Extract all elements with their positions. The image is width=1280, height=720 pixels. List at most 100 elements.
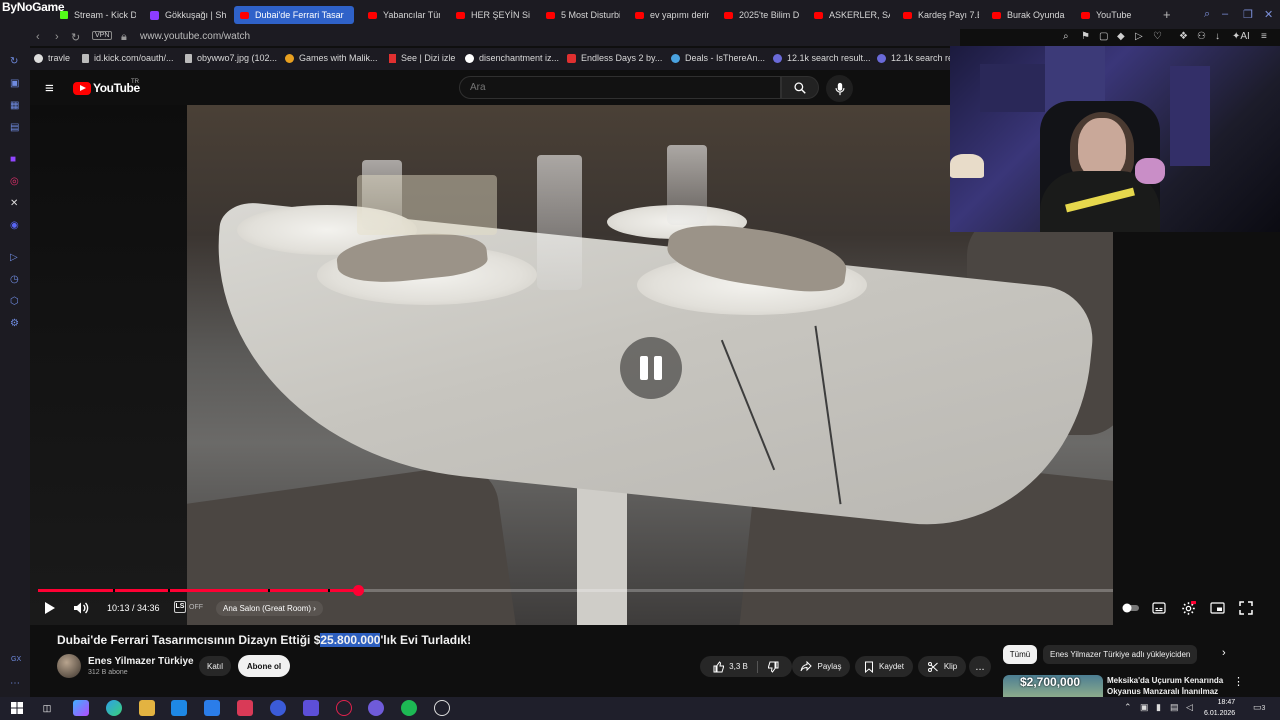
new-tab-plus-icon[interactable]: + [1163, 7, 1171, 22]
bookmark-item[interactable]: Games with Malik... [285, 53, 378, 63]
search-button[interactable] [781, 76, 819, 99]
sidebar-cube-icon[interactable]: ⬡ [10, 296, 19, 307]
chapter-button[interactable]: Ana Salon (Great Room) › [216, 601, 323, 616]
minimize-icon[interactable]: – [1222, 8, 1228, 20]
discord-taskbar-icon[interactable] [368, 700, 384, 716]
tray-app-icon[interactable]: ▣ [1140, 702, 1149, 713]
sidebar-bag-icon[interactable]: ▣ [10, 78, 19, 89]
sidebar-more-icon[interactable]: ⋯ [10, 678, 20, 689]
play-button[interactable] [43, 601, 56, 620]
shield-icon[interactable]: ◆ [1117, 31, 1125, 42]
menu-icon[interactable]: ≡ [1261, 31, 1267, 42]
tab-burak-oyunda[interactable]: Burak Oyunda [992, 6, 1068, 24]
chip-from-uploader[interactable]: Enes Yilmazer Türkiye adlı yükleyiciden [1043, 645, 1198, 664]
channel-avatar[interactable] [57, 654, 81, 678]
progress-scrubber[interactable] [353, 585, 365, 596]
extensions-icon[interactable]: ❖ [1179, 31, 1188, 42]
opera-gx-icon[interactable] [336, 700, 352, 716]
tab-active-video[interactable]: Dubai'de Ferrari Tasar [234, 6, 354, 24]
ls-toggle[interactable]: LS OFF [174, 601, 203, 613]
lock-icon[interactable]: 🔒︎ [121, 31, 127, 44]
bookmark-item[interactable]: travle [34, 53, 70, 63]
network-icon[interactable]: ▤ [1170, 702, 1179, 713]
instagram-icon[interactable]: ◎ [10, 176, 19, 187]
tab-yabancilar[interactable]: Yabancılar Türk [368, 6, 440, 24]
sidebar-m-icon[interactable]: ▤ [10, 122, 19, 133]
sidebar-home-icon[interactable]: ↻ [10, 56, 18, 67]
bookmark-item[interactable]: Deals - IsThereAn... [671, 53, 765, 63]
discord-icon[interactable]: ◉ [10, 220, 19, 231]
bookmark-item[interactable]: disenchantment iz... [465, 53, 559, 63]
volume-button[interactable] [73, 601, 89, 620]
autoplay-toggle[interactable] [1122, 601, 1139, 615]
fullscreen-button[interactable] [1239, 601, 1255, 615]
chip-all[interactable]: Tümü [1003, 645, 1037, 664]
heart-icon[interactable]: ♡ [1153, 31, 1162, 42]
speaker-icon[interactable]: ◁ [1186, 702, 1193, 713]
clip-button[interactable]: Klip [918, 656, 966, 677]
tab-ev-yapimi[interactable]: ev yapımı derin [635, 6, 709, 24]
tab-askerler[interactable]: ASKERLER, SAV [814, 6, 890, 24]
kebab-menu-icon[interactable]: ⋮ [1233, 675, 1244, 688]
twitch-icon[interactable]: ■ [10, 154, 16, 165]
close-icon[interactable]: ✕ [1264, 8, 1273, 21]
tab-5-most[interactable]: 5 Most Disturbi [546, 6, 620, 24]
ai-button[interactable]: ✦AI [1232, 31, 1250, 42]
gx-icon[interactable]: GX [11, 656, 21, 663]
tab-youtube[interactable]: YouTube [1081, 6, 1157, 24]
youtube-logo[interactable]: YouTube [73, 81, 140, 95]
notifications-icon[interactable]: ▭3 [1253, 702, 1265, 713]
recommendation-title[interactable]: Meksika'da Uçurum Kenarında Okyanus Manz… [1107, 675, 1227, 697]
bookmark-item[interactable]: id.kick.com/oauth/... [82, 53, 174, 63]
bookmark-item[interactable]: See | Dizi izle [389, 53, 455, 63]
tab-kardes-payi[interactable]: Kardeş Payı 7.B [903, 6, 979, 24]
tab-bilim[interactable]: 2025'te Bilim D [724, 6, 800, 24]
tab-her-seyin[interactable]: HER ŞEYİN Sizi [456, 6, 530, 24]
x-icon[interactable]: ✕ [10, 198, 18, 209]
windows-start-icon[interactable] [9, 700, 25, 716]
dislike-button[interactable] [767, 661, 779, 673]
save-button[interactable]: Kaydet [855, 656, 913, 677]
subscribe-button[interactable]: Abone ol [238, 655, 290, 677]
tray-chevron-icon[interactable]: ⌃ [1124, 702, 1132, 713]
app-icon[interactable] [303, 700, 319, 716]
task-view-icon[interactable]: ◫ [39, 700, 55, 716]
search-input[interactable] [459, 76, 781, 99]
forward-icon[interactable]: › [55, 31, 59, 43]
bookmark-item[interactable]: obywwo7.jpg (102... [185, 53, 277, 63]
edge-icon[interactable] [106, 700, 122, 716]
bookmark-item[interactable]: 12.1k search res [877, 53, 958, 63]
share-button[interactable]: Paylaş [792, 656, 850, 677]
reload-icon[interactable]: ↻ [71, 31, 80, 44]
bookmark-item[interactable]: 12.1k search result... [773, 53, 871, 63]
sidebar-game-icon[interactable]: ▦ [10, 100, 19, 111]
sidebar-player-icon[interactable]: ▷ [10, 252, 18, 263]
spotify-icon[interactable] [401, 700, 417, 716]
file-explorer-icon[interactable] [139, 700, 155, 716]
maximize-icon[interactable]: ❐ [1243, 8, 1253, 21]
pin-icon[interactable]: ⚑ [1081, 31, 1090, 42]
microphone-tray-icon[interactable]: ▮ [1156, 702, 1161, 713]
mail-icon[interactable] [204, 700, 220, 716]
bookmark-item[interactable]: Endless Days 2 by... [567, 53, 662, 63]
hamburger-menu-icon[interactable]: ≡ [45, 80, 54, 97]
channel-name[interactable]: Enes Yilmazer Türkiye [88, 656, 194, 667]
settings-icon[interactable]: ⚙ [10, 318, 19, 329]
pause-overlay-icon[interactable] [620, 337, 682, 399]
screenshot-icon[interactable]: ▢ [1099, 31, 1108, 42]
history-icon[interactable]: ◷ [10, 274, 19, 285]
back-icon[interactable]: ‹ [36, 31, 40, 43]
voice-search-button[interactable] [826, 75, 853, 102]
join-button[interactable]: Katıl [199, 656, 231, 676]
subtitles-button[interactable] [1152, 601, 1168, 615]
chevron-right-icon[interactable]: › [1222, 647, 1226, 659]
download-icon[interactable]: ↓ [1215, 31, 1220, 42]
store-icon[interactable] [171, 700, 187, 716]
copilot-icon[interactable] [73, 700, 89, 716]
miniplayer-button[interactable] [1210, 601, 1226, 615]
vpn-badge[interactable]: VPN [92, 31, 113, 40]
more-actions-button[interactable]: ... [969, 656, 991, 677]
play-icon[interactable]: ▷ [1135, 31, 1143, 42]
obs-icon[interactable] [434, 700, 450, 716]
app-icon[interactable] [270, 700, 286, 716]
